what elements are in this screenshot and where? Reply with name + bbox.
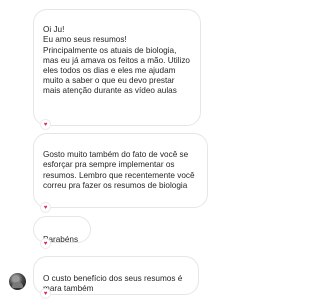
heart-icon: ♥ (43, 121, 48, 128)
heart-reaction-icon[interactable]: ♥ (40, 288, 51, 299)
heart-reaction-icon[interactable]: ♥ (40, 119, 51, 130)
heart-reaction-icon[interactable]: ♥ (40, 202, 51, 213)
message-row: Parabéns ♥ (33, 216, 91, 249)
message-thread: Oi Ju! Eu amo seus resumos! Principalmen… (0, 0, 300, 300)
message-row: Gosto muito também do fato de você se es… (33, 133, 208, 213)
heart-icon: ♥ (43, 204, 48, 211)
heart-reaction-icon[interactable]: ♥ (40, 238, 51, 249)
message-row: O custo benefício dos seus resumos é mar… (33, 256, 199, 299)
message-bubble[interactable]: Gosto muito também do fato de você se es… (33, 133, 208, 208)
message-text: Oi Ju! Eu amo seus resumos! Principalmen… (43, 25, 190, 96)
avatar[interactable] (9, 273, 26, 290)
message-bubble[interactable]: Oi Ju! Eu amo seus resumos! Principalmen… (33, 9, 201, 126)
heart-icon: ♥ (43, 240, 48, 247)
message-bubble[interactable]: O custo benefício dos seus resumos é mar… (33, 256, 199, 295)
message-text: Gosto muito também do fato de você se es… (43, 150, 195, 190)
message-text: O custo benefício dos seus resumos é mar… (43, 274, 183, 294)
heart-icon: ♥ (43, 290, 48, 297)
message-row: Oi Ju! Eu amo seus resumos! Principalmen… (33, 9, 201, 130)
